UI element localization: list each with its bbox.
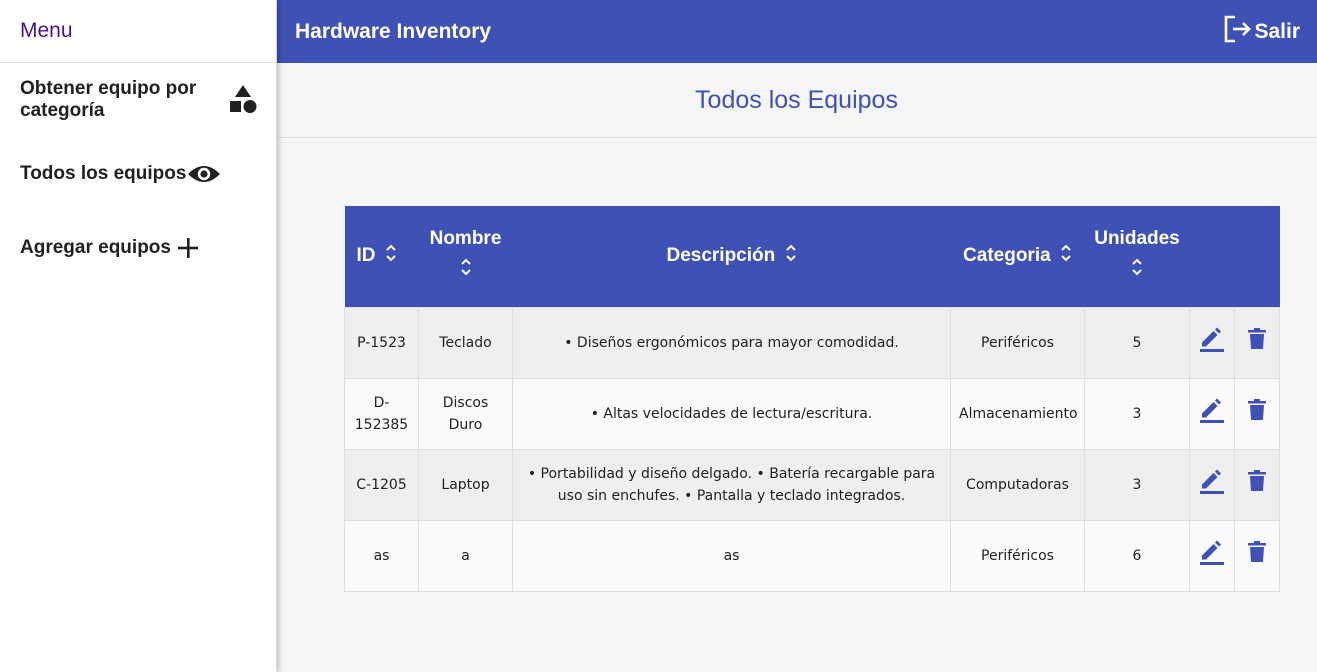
delete-button[interactable] xyxy=(1234,377,1280,450)
main-content: Todos los Equipos ID Nombre Descripción … xyxy=(276,63,1317,672)
sidebar-item-agregar-equipos[interactable]: Agregar equipos xyxy=(20,237,199,259)
sort-icon[interactable] xyxy=(460,256,472,284)
column-header-label: ID xyxy=(356,245,376,267)
column-header-label: Nombre xyxy=(429,228,502,250)
cell-categoria: Computadoras xyxy=(950,448,1085,521)
app-header: Hardware Inventory Salir xyxy=(276,0,1317,63)
column-header-edit xyxy=(1190,206,1235,307)
sidebar-item-label: Obtener equipo por categoría xyxy=(20,78,197,121)
column-header-delete xyxy=(1235,206,1280,307)
column-header-label: Descripción xyxy=(666,245,776,267)
table-row: D-152385 Discos Duro • Altas velocidades… xyxy=(344,377,1280,450)
cell-categoria: Periféricos xyxy=(950,306,1085,379)
sort-icon[interactable] xyxy=(1131,256,1143,284)
logout-label: Salir xyxy=(1254,20,1300,43)
edit-button[interactable] xyxy=(1189,519,1235,592)
column-header-nombre[interactable]: Nombre xyxy=(419,206,513,307)
sidebar-item-todos-los-equipos[interactable]: Todos los equipos xyxy=(20,161,222,187)
plus-icon xyxy=(177,237,199,259)
menu-title: Menu xyxy=(20,19,73,42)
cell-descripcion: • Diseños ergonómicos para mayor comodid… xyxy=(512,306,951,379)
cell-unidades: 6 xyxy=(1084,519,1190,592)
eye-icon xyxy=(186,161,222,187)
cell-id: C-1205 xyxy=(344,448,419,521)
edit-icon xyxy=(1198,538,1226,573)
trash-icon xyxy=(1246,540,1268,571)
trash-icon xyxy=(1246,398,1268,429)
logout-icon xyxy=(1222,14,1254,50)
cell-id: P-1523 xyxy=(344,306,419,379)
edit-button[interactable] xyxy=(1189,377,1235,450)
cell-categoria: Almacenamiento xyxy=(950,377,1085,450)
page-title: Todos los Equipos xyxy=(695,85,898,114)
edit-button[interactable] xyxy=(1189,448,1235,521)
sidebar-header: Menu xyxy=(0,0,276,63)
sort-icon[interactable] xyxy=(385,242,397,270)
column-header-categoria[interactable]: Categoria xyxy=(951,206,1085,307)
shapes-icon xyxy=(228,84,258,114)
delete-button[interactable] xyxy=(1234,519,1280,592)
cell-categoria: Periféricos xyxy=(950,519,1085,592)
delete-button[interactable] xyxy=(1234,448,1280,521)
column-header-label: Unidades xyxy=(1094,228,1180,250)
cell-id: as xyxy=(344,519,419,592)
cell-nombre: Teclado xyxy=(418,306,513,379)
equipment-table: ID Nombre Descripción Categoria Unidades… xyxy=(344,206,1280,592)
cell-unidades: 5 xyxy=(1084,306,1190,379)
cell-descripcion: • Portabilidad y diseño delgado. • Bater… xyxy=(512,448,951,521)
sort-icon[interactable] xyxy=(785,242,797,270)
column-header-id[interactable]: ID xyxy=(345,206,419,307)
cell-nombre: a xyxy=(418,519,513,592)
sidebar-item-label: Todos los equipos xyxy=(20,163,187,184)
cell-nombre: Laptop xyxy=(418,448,513,521)
table-header-row: ID Nombre Descripción Categoria Unidades xyxy=(344,206,1280,307)
page-title-bar: Todos los Equipos xyxy=(276,63,1317,138)
cell-unidades: 3 xyxy=(1084,377,1190,450)
cell-nombre: Discos Duro xyxy=(418,377,513,450)
column-header-label: Categoria xyxy=(963,245,1051,267)
cell-descripcion: as xyxy=(512,519,951,592)
column-header-unidades[interactable]: Unidades xyxy=(1085,206,1190,307)
delete-button[interactable] xyxy=(1234,306,1280,379)
sidebar-item-obtener-por-categoria[interactable]: Obtener equipo por categoría xyxy=(20,78,260,122)
edit-icon xyxy=(1198,325,1226,360)
cell-descripcion: • Altas velocidades de lectura/escritura… xyxy=(512,377,951,450)
logout-button[interactable]: Salir xyxy=(1222,14,1300,50)
column-header-descripcion[interactable]: Descripción xyxy=(513,206,951,307)
cell-id: D-152385 xyxy=(344,377,419,450)
table-row: as a as Periféricos 6 xyxy=(344,519,1280,592)
app-title: Hardware Inventory xyxy=(295,19,492,43)
table-row: C-1205 Laptop • Portabilidad y diseño de… xyxy=(344,448,1280,521)
sort-icon[interactable] xyxy=(1060,242,1072,270)
edit-button[interactable] xyxy=(1189,306,1235,379)
edit-icon xyxy=(1198,396,1226,431)
table-row: P-1523 Teclado • Diseños ergonómicos par… xyxy=(344,306,1280,379)
trash-icon xyxy=(1246,469,1268,500)
sidebar: Menu Obtener equipo por categoría Todos … xyxy=(0,0,277,672)
cell-unidades: 3 xyxy=(1084,448,1190,521)
sidebar-item-label: Agregar equipos xyxy=(20,237,171,258)
trash-icon xyxy=(1246,327,1268,358)
edit-icon xyxy=(1198,467,1226,502)
